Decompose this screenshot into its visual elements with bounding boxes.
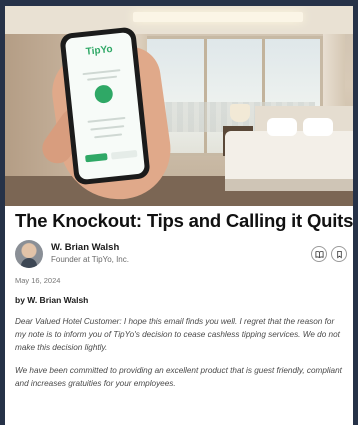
book-icon[interactable] bbox=[311, 246, 327, 262]
phone-text-line bbox=[87, 75, 118, 81]
hero-pillow bbox=[303, 118, 333, 136]
hero-lamp bbox=[230, 104, 250, 122]
hero-bed bbox=[225, 131, 353, 191]
phone-text-line bbox=[90, 125, 125, 131]
publish-date: May 16, 2024 bbox=[15, 276, 61, 285]
phone-tip-button bbox=[85, 153, 108, 163]
article-paragraph: We have been committed to providing an e… bbox=[15, 366, 342, 388]
article-card: TipYo The Knockout: Tips and Calling it … bbox=[5, 6, 353, 425]
byline: by W. Brian Walsh bbox=[15, 295, 89, 305]
phone-text-line bbox=[82, 69, 121, 76]
bookmark-icon[interactable] bbox=[331, 246, 347, 262]
article-paragraph: Dear Valued Hotel Customer: I hope this … bbox=[15, 317, 340, 352]
phone-text-line bbox=[87, 116, 126, 123]
phone-brand-logo: TipYo bbox=[85, 43, 114, 58]
author-role: Founder at TipYo, Inc. bbox=[51, 255, 129, 264]
hero-phone: TipYo bbox=[59, 26, 151, 186]
page-background: TipYo The Knockout: Tips and Calling it … bbox=[0, 0, 358, 425]
phone-secondary-button bbox=[110, 149, 138, 160]
hero-pillow bbox=[267, 118, 297, 136]
phone-tip-circle bbox=[93, 84, 114, 104]
article-title: The Knockout: Tips and Calling it Quits bbox=[15, 210, 353, 231]
book-icon-glyph bbox=[314, 250, 324, 258]
window-mullion bbox=[204, 39, 207, 153]
phone-screen: TipYo bbox=[64, 31, 146, 181]
bookmark-icon-glyph bbox=[336, 250, 342, 259]
avatar[interactable] bbox=[15, 240, 43, 268]
article-content: The Knockout: Tips and Calling it Quits … bbox=[15, 210, 353, 390]
hero-ceiling-light bbox=[133, 12, 303, 22]
phone-text-line bbox=[94, 133, 123, 139]
author-row: W. Brian Walsh Founder at TipYo, Inc. bbox=[15, 240, 347, 270]
hero-image: TipYo bbox=[5, 6, 353, 206]
author-name[interactable]: W. Brian Walsh bbox=[51, 242, 119, 253]
